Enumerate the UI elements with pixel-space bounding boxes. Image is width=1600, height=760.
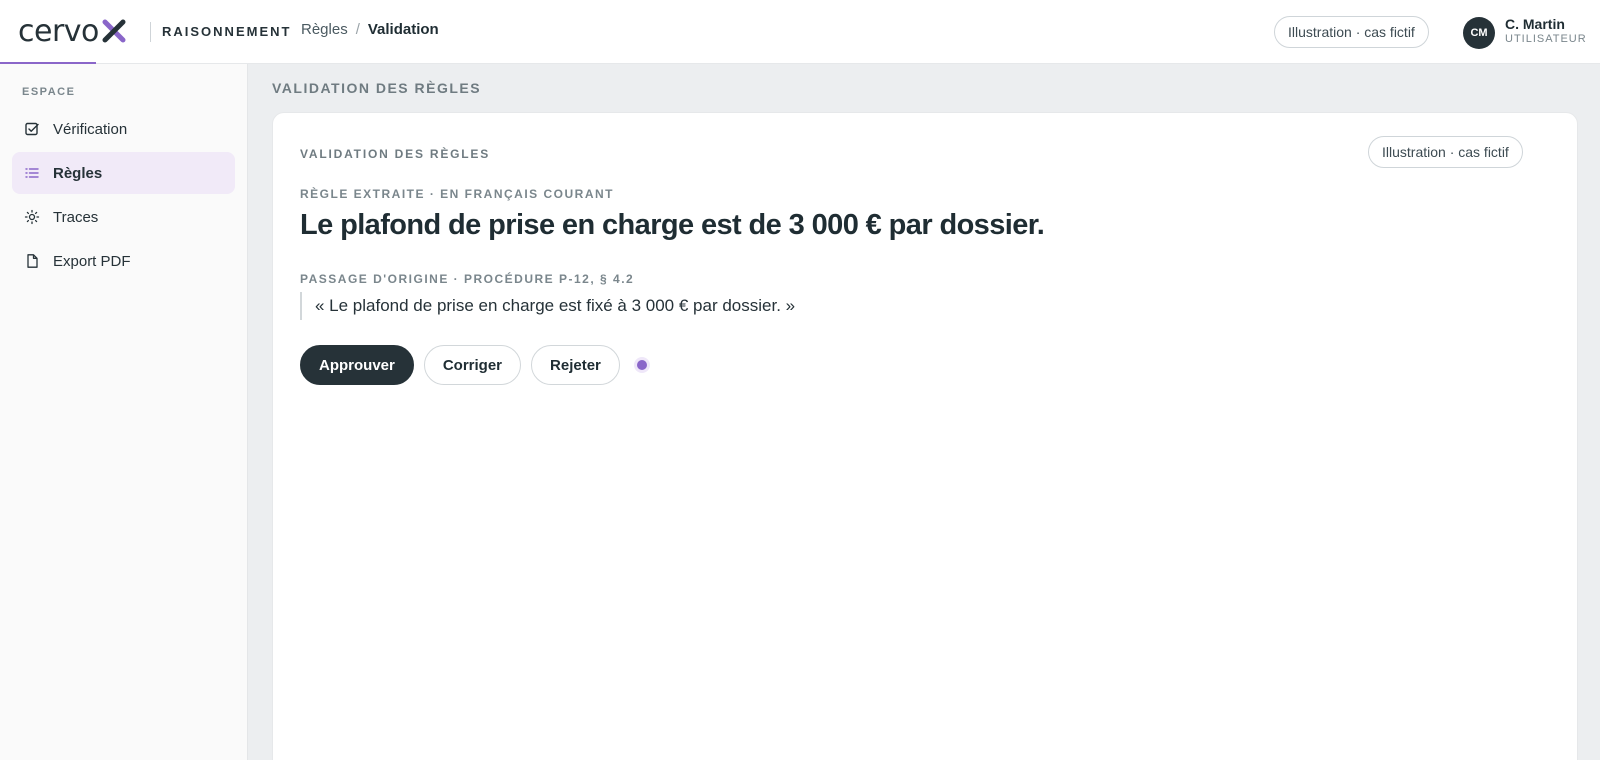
- user-name: C. Martin: [1505, 16, 1565, 32]
- rule-kicker: RÈGLE EXTRAITE · EN FRANÇAIS COURANT: [300, 187, 615, 201]
- source-quote: « Le plafond de prise en charge est fixé…: [300, 292, 795, 320]
- approve-button[interactable]: Approuver: [300, 345, 414, 385]
- brand-logo[interactable]: cervo: [18, 12, 128, 50]
- illustration-badge: Illustration · cas fictif: [1368, 136, 1523, 168]
- document-icon: [24, 253, 40, 269]
- sidebar-item-label: Règles: [53, 164, 103, 182]
- breadcrumb-validation: Validation: [367, 21, 439, 38]
- x-mark-icon: [100, 17, 128, 50]
- breadcrumb-separator: /: [355, 21, 360, 38]
- extracted-rule-text: Le plafond de prise en charge est de 3 0…: [300, 209, 1045, 241]
- breadcrumb-regles[interactable]: Règles: [301, 21, 348, 38]
- sidebar-item-traces[interactable]: Traces: [12, 196, 235, 238]
- status-indicator: [633, 357, 650, 373]
- sidebar-item-verification[interactable]: Vérification: [12, 108, 235, 150]
- action-bar: Approuver Corriger Rejeter: [300, 345, 650, 385]
- sidebar-section-label: ESPACE: [22, 86, 76, 98]
- header-divider: [150, 22, 151, 42]
- main-content: VALIDATION DES RÈGLES VALIDATION DES RÈG…: [248, 64, 1600, 760]
- top-header: cervo RAISONNEMENT Règles / Validation I…: [0, 0, 1600, 64]
- product-name: RAISONNEMENT: [162, 24, 292, 39]
- reject-button[interactable]: Rejeter: [531, 345, 620, 385]
- breadcrumb: Règles / Validation: [301, 21, 439, 38]
- list-icon: [24, 165, 40, 181]
- page-title: VALIDATION DES RÈGLES: [272, 80, 482, 96]
- sidebar-item-export-pdf[interactable]: Export PDF: [12, 240, 235, 282]
- source-kicker: PASSAGE D'ORIGINE · PROCÉDURE P-12, § 4.…: [300, 272, 635, 286]
- user-role: UTILISATEUR: [1505, 33, 1587, 45]
- checkbox-icon: [24, 121, 40, 137]
- sun-icon: [24, 209, 40, 225]
- validation-card: VALIDATION DES RÈGLES Illustration · cas…: [272, 112, 1578, 760]
- correct-button[interactable]: Corriger: [423, 345, 522, 385]
- logo-wordmark: cervo: [18, 13, 99, 49]
- sidebar: ESPACE Vérification Règles Traces Export…: [0, 64, 248, 760]
- sidebar-item-label: Export PDF: [53, 252, 131, 270]
- sidebar-item-regles[interactable]: Règles: [12, 152, 235, 194]
- sidebar-item-label: Traces: [53, 208, 99, 226]
- sidebar-item-label: Vérification: [53, 120, 128, 138]
- illustration-badge: Illustration · cas fictif: [1274, 16, 1429, 48]
- card-title: VALIDATION DES RÈGLES: [300, 147, 491, 161]
- avatar[interactable]: CM: [1463, 17, 1495, 49]
